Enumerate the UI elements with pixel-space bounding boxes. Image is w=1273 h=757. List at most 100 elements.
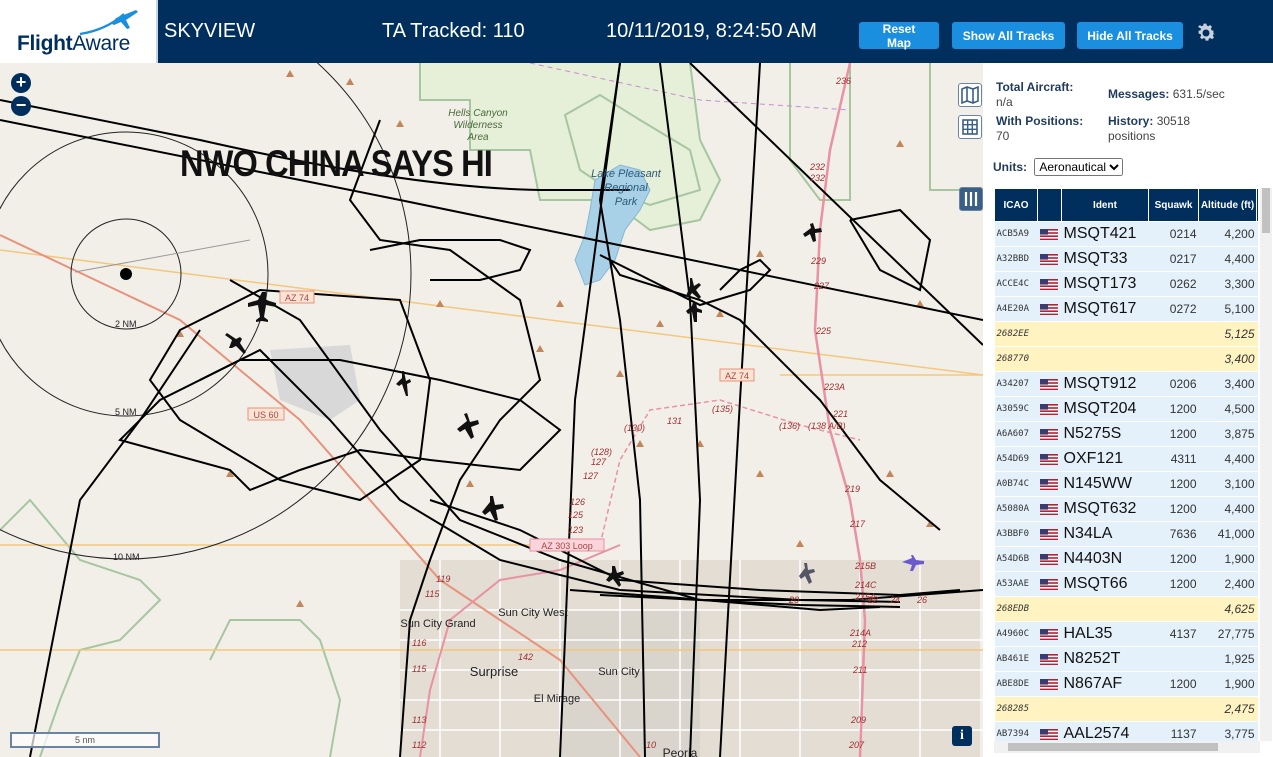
- aircraft-icon[interactable]: [482, 496, 504, 521]
- cell-altitude: 41,000: [1198, 521, 1257, 547]
- columns-toggle-button[interactable]: [959, 187, 983, 211]
- cell-altitude-trend: ▼: [1256, 571, 1258, 597]
- cell-altitude-trend: ▲: [1256, 696, 1258, 722]
- history-label: History:: [1108, 114, 1154, 128]
- column-header-extra[interactable]: [1256, 188, 1258, 222]
- units-label: Units:: [993, 160, 1027, 174]
- map-layers-button[interactable]: [958, 83, 982, 107]
- table-row[interactable]: 268285 2,475▲: [994, 696, 1258, 722]
- table-row[interactable]: A4E20A MSQT617 0272 5,100: [994, 296, 1258, 322]
- table-row[interactable]: A54D6B N4403N12001,900▲: [994, 546, 1258, 572]
- reset-map-button[interactable]: Reset Map: [859, 22, 939, 50]
- cell-ident: OXF121: [1061, 446, 1149, 472]
- mile-marker: 221: [832, 409, 848, 419]
- us-flag-icon: [1039, 304, 1058, 316]
- cell-squawk: 4137: [1148, 621, 1199, 647]
- mile-marker: 119: [436, 574, 450, 584]
- cell-icao: ABE8DE: [994, 671, 1038, 697]
- column-header-ident[interactable]: Ident: [1061, 188, 1149, 222]
- table-row[interactable]: A3059C MSQT20412004,500▼: [994, 396, 1258, 422]
- info-button[interactable]: i: [952, 726, 972, 746]
- cell-altitude-trend: ▼: [1256, 396, 1258, 422]
- table-row[interactable]: 268EDB 4,625▲: [994, 596, 1258, 622]
- cell-icao: A54D6B: [994, 546, 1038, 572]
- column-header-icao[interactable]: ICAO: [994, 188, 1038, 222]
- gear-icon[interactable]: [1194, 21, 1218, 45]
- map-view[interactable]: Hells Canyon Wilderness Area Lake Pleasa…: [0, 63, 983, 757]
- column-header-flag[interactable]: [1037, 188, 1062, 222]
- az74-shield-east: AZ 74: [725, 371, 749, 381]
- hide-all-tracks-button[interactable]: Hide All Tracks: [1077, 22, 1183, 49]
- mile-marker: 214C: [854, 580, 877, 590]
- table-row[interactable]: ACB5A9 MSQT421 0214 4,200: [994, 221, 1258, 247]
- cell-squawk: 1137: [1148, 721, 1199, 741]
- receiver-location-marker: [120, 268, 132, 280]
- vertical-scrollbar-thumb[interactable]: [1262, 188, 1270, 233]
- flightaware-logo[interactable]: FlightAware: [0, 0, 158, 63]
- us-flag-icon: [1039, 729, 1058, 741]
- cell-flag: [1037, 371, 1062, 397]
- range-rings: [0, 63, 412, 560]
- table-row[interactable]: ABE8DE N867AF12001,900▲: [994, 671, 1258, 697]
- table-row[interactable]: A54D69 OXF12143114,400▲: [994, 446, 1258, 472]
- cell-altitude: 3,100: [1198, 471, 1257, 497]
- cell-altitude: 3,775: [1198, 721, 1257, 741]
- horizontal-scrollbar-thumb[interactable]: [1008, 743, 1218, 751]
- cell-altitude-trend: ▼: [1256, 321, 1258, 347]
- us-flag-icon: [1039, 379, 1058, 391]
- column-header-altitude[interactable]: Altitude (ft): [1198, 188, 1257, 222]
- us-flag-icon: [1039, 679, 1058, 691]
- units-select[interactable]: Aeronautical: [1034, 158, 1124, 176]
- table-row[interactable]: A0B74C N145WW12003,100▲: [994, 471, 1258, 497]
- mile-marker: 22: [867, 595, 878, 605]
- cell-ident: MSQT632: [1061, 496, 1149, 522]
- messages-label: Messages:: [1108, 87, 1170, 101]
- column-header-squawk[interactable]: Squawk: [1148, 188, 1199, 222]
- zoom-in-button[interactable]: +: [11, 73, 31, 93]
- cell-ident: MSQT617: [1061, 296, 1149, 322]
- mile-marker: 115: [425, 589, 440, 599]
- table-row[interactable]: A34207 MSQT912 0206 3,400: [994, 371, 1258, 397]
- mile-marker: 236: [835, 76, 851, 86]
- mile-marker: 142: [518, 652, 533, 662]
- sun-city-west-label: Sun City West: [498, 607, 568, 619]
- table-row[interactable]: AB7394 AAL257411373,775▼: [994, 721, 1258, 741]
- table-row[interactable]: A5080A MSQT632 1200 4,400: [994, 496, 1258, 522]
- show-all-tracks-button[interactable]: Show All Tracks: [952, 22, 1065, 49]
- with-positions-value: 70: [996, 129, 1010, 143]
- table-row[interactable]: 268770 3,400: [994, 346, 1258, 372]
- table-row[interactable]: 2682EE 5,125▼: [994, 321, 1258, 347]
- table-row[interactable]: A4960C HAL35413727,775▲: [994, 621, 1258, 647]
- aircraft-icon[interactable]: [225, 333, 246, 354]
- cell-ident: MSQT33: [1061, 246, 1149, 272]
- aircraft-icon[interactable]: [248, 292, 276, 322]
- grid-toggle-button[interactable]: [958, 115, 982, 139]
- zoom-out-button[interactable]: −: [11, 96, 31, 116]
- cell-squawk: [1148, 321, 1199, 347]
- mile-marker: 123: [568, 525, 583, 535]
- table-row[interactable]: A6A607 N5275S12003,875▲: [994, 421, 1258, 447]
- aircraft-icon[interactable]: [457, 413, 479, 439]
- table-row[interactable]: A32BBD MSQT3302174,400▼: [994, 246, 1258, 272]
- peoria-label: Peoria: [663, 746, 698, 757]
- table-row[interactable]: A3BBF0 N34LA 7636 41,000: [994, 521, 1258, 547]
- cell-ident: [1061, 596, 1149, 622]
- aircraft-table-container[interactable]: ICAO Ident Squawk Altitude (ft) ACB5A9 MS…: [994, 188, 1258, 741]
- us-flag-icon: [1039, 454, 1058, 466]
- cell-icao: A32BBD: [994, 246, 1038, 272]
- history-value: 30518: [1156, 114, 1191, 128]
- us-flag-icon: [1039, 404, 1058, 416]
- mile-marker: 214A: [849, 628, 871, 638]
- horizontal-scrollbar[interactable]: [994, 741, 1260, 753]
- vertical-scrollbar[interactable]: [1260, 188, 1272, 741]
- table-row[interactable]: A53AAE MSQT6612002,400▼: [994, 571, 1258, 597]
- park-boundary-sw: [0, 498, 162, 757]
- table-row[interactable]: ACCE4C MSQT17302623,300▲: [994, 271, 1258, 297]
- cell-flag: [1037, 446, 1062, 472]
- logo-text: FlightAware: [17, 32, 130, 56]
- cell-flag: [1037, 471, 1062, 497]
- cell-flag: [1037, 496, 1062, 522]
- table-row[interactable]: AB461E N8252T 1,925: [994, 646, 1258, 672]
- wilderness-label: Wilderness: [453, 120, 502, 131]
- mile-marker: 232: [809, 173, 825, 183]
